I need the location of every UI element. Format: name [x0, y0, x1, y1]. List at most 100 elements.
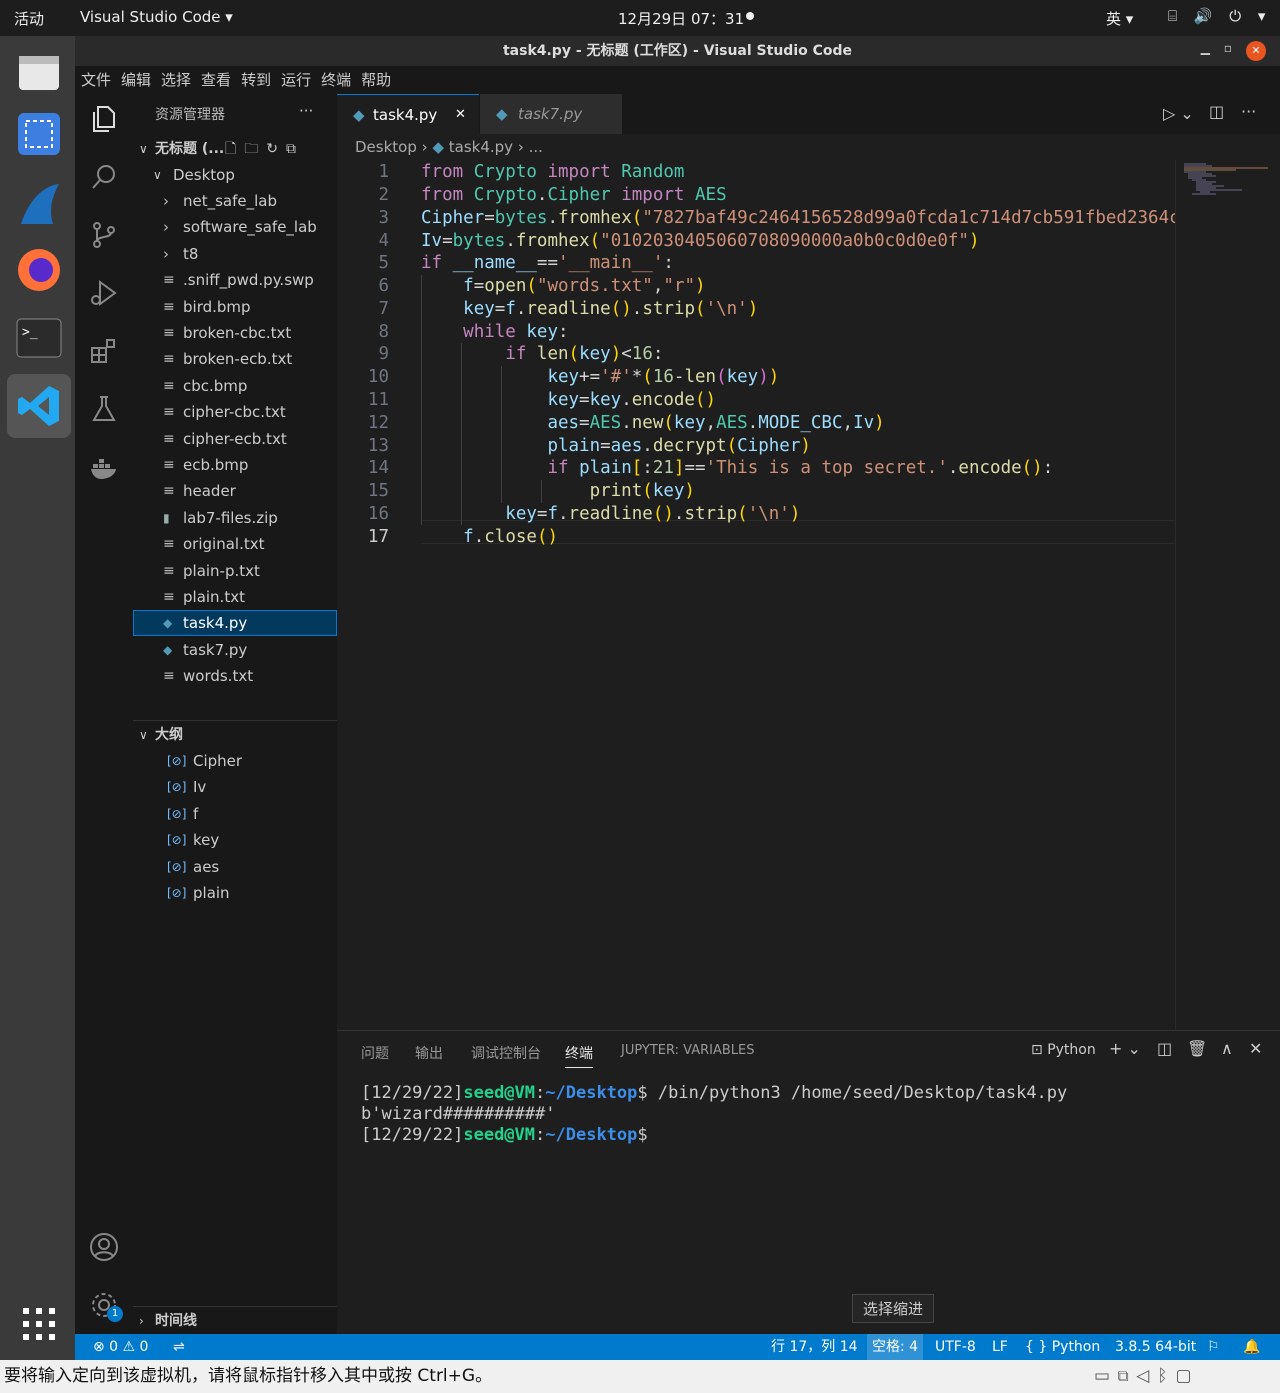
minimap[interactable] — [1175, 160, 1271, 1030]
vscode-icon[interactable] — [7, 374, 71, 438]
panel-tab-problems[interactable]: 问题 — [361, 1043, 389, 1063]
outline-item[interactable]: [⊘] plain — [133, 880, 337, 906]
docker-icon[interactable] — [87, 450, 121, 484]
split-editor-icon[interactable]: ◫ — [1209, 102, 1224, 121]
system-menu[interactable]: ⌸ 🔊 ⏻ ▾ — [1168, 7, 1271, 25]
file-tree-item[interactable]: ≡ header — [133, 478, 337, 504]
run-python-icon[interactable]: ▷ ⌄ — [1163, 104, 1194, 123]
wireshark-icon[interactable] — [7, 172, 71, 236]
terminal-output[interactable]: b'wizard##########' — [361, 1104, 555, 1124]
panel-tab-debug-console[interactable]: 调试控制台 — [471, 1043, 541, 1063]
tab-task4[interactable]: ◆ task4.py ✕ — [337, 94, 479, 134]
minimize-button[interactable]: ▁ — [1201, 41, 1210, 61]
search-icon[interactable] — [87, 160, 121, 194]
menu-edit[interactable]: 编辑 — [121, 66, 151, 94]
menu-go[interactable]: 转到 — [241, 66, 271, 94]
outline-header[interactable]: ∨ 大纲 — [133, 722, 337, 748]
problems-status[interactable]: ⊗ 0 ⚠ 0 — [93, 1334, 148, 1360]
workspace-header[interactable]: ∨ 无标题 (... 🗋🗀↻⧉ — [133, 136, 337, 162]
app-menu[interactable]: Visual Studio Code ▾ — [80, 8, 233, 26]
timeline-header[interactable]: › 时间线 — [133, 1308, 337, 1334]
file-tree-item[interactable]: ▮ lab7-files.zip — [133, 505, 337, 531]
file-tree-item[interactable]: ◆ task4.py — [133, 610, 337, 637]
explorer-more-button[interactable]: ··· — [299, 102, 313, 120]
manage-gear-icon[interactable]: 1 — [87, 1288, 123, 1322]
file-tree-item[interactable]: ≡ plain.txt — [133, 584, 337, 610]
file-tree-item[interactable]: ≡ original.txt — [133, 531, 337, 557]
interpreter-status[interactable]: 3.8.5 64-bit — [1115, 1334, 1196, 1360]
terminal-icon[interactable]: >_ — [7, 306, 71, 370]
breadcrumb-file[interactable]: task4.py — [449, 138, 513, 156]
clock[interactable]: 12月29日 07：31 — [618, 8, 744, 29]
feedback-icon[interactable]: ⚐ — [1207, 1334, 1220, 1360]
account-icon[interactable] — [87, 1230, 121, 1264]
encoding-status[interactable]: UTF-8 — [935, 1334, 976, 1360]
tab-task7[interactable]: ◆ task7.py — [480, 94, 622, 134]
explorer-actions[interactable]: 🗋🗀↻⧉ — [225, 136, 304, 162]
breadcrumb-tail[interactable]: ... — [529, 138, 543, 156]
terminal-prompt[interactable]: [12/29/22]seed@VM:~/Desktop$ — [361, 1125, 648, 1145]
run-debug-icon[interactable] — [87, 276, 121, 310]
close-button[interactable]: ✕ — [1246, 41, 1266, 61]
new-terminal-icon[interactable]: + ⌄ — [1109, 1039, 1141, 1058]
file-tree-item[interactable]: ≡ bird.bmp — [133, 294, 337, 320]
menu-terminal[interactable]: 终端 — [321, 66, 351, 94]
explorer-icon[interactable] — [87, 102, 121, 136]
file-tree-item[interactable]: › net_safe_lab — [133, 188, 337, 214]
language-status[interactable]: { } Python — [1025, 1334, 1100, 1360]
show-apps-icon[interactable] — [7, 1292, 71, 1356]
files-icon[interactable] — [7, 40, 71, 104]
menu-selection[interactable]: 选择 — [161, 66, 191, 94]
file-tree-item[interactable]: ≡ cipher-ecb.txt — [133, 426, 337, 452]
file-tree-item[interactable]: ≡ words.txt — [133, 663, 337, 689]
testing-icon[interactable] — [87, 392, 121, 426]
code-editor[interactable]: 1 2 3 4 5 6 7 8 9 10 11 12 13 14 15 16 17 from Crypto im… — [337, 160, 1211, 1030]
file-tree-item[interactable]: ≡ broken-ecb.txt — [133, 346, 337, 372]
screenshot-icon[interactable] — [7, 102, 71, 166]
file-tree-item[interactable]: › software_safe_lab — [133, 214, 337, 240]
folder-desktop[interactable]: ∨ Desktop — [133, 162, 337, 188]
file-tree-item[interactable]: ≡ .sniff_pwd.py.swp — [133, 267, 337, 293]
live-share-icon[interactable]: ⇌ — [173, 1334, 185, 1360]
menu-help[interactable]: 帮助 — [361, 66, 391, 94]
menu-view[interactable]: 查看 — [201, 66, 231, 94]
maximize-panel-icon[interactable]: ∧ — [1221, 1039, 1233, 1058]
menu-run[interactable]: 运行 — [281, 66, 311, 94]
maximize-button[interactable]: ▫ — [1224, 41, 1232, 61]
vm-device-icons[interactable]: ▭⧉◁ᛒ▢ — [1094, 1360, 1200, 1393]
source-control-icon[interactable] — [87, 218, 121, 252]
firefox-icon[interactable] — [7, 238, 71, 302]
panel-tab-jupyter[interactable]: JUPYTER: VARIABLES — [621, 1043, 755, 1058]
outline-item[interactable]: [⊘] Iv — [133, 774, 337, 800]
file-tree-item[interactable]: ≡ broken-cbc.txt — [133, 320, 337, 346]
panel-tab-terminal[interactable]: 终端 — [565, 1043, 593, 1068]
terminal-shell-selector[interactable]: ⊡ Python — [1031, 1042, 1096, 1058]
file-tree-item[interactable]: ≡ ecb.bmp — [133, 452, 337, 478]
cursor-position[interactable]: 行 17，列 14 — [771, 1334, 858, 1360]
kill-terminal-icon[interactable]: 🗑 — [1187, 1039, 1207, 1058]
split-terminal-icon[interactable]: ◫ — [1157, 1039, 1172, 1058]
activities-button[interactable]: 活动 — [14, 8, 44, 29]
line-number: 16 — [367, 504, 389, 524]
input-method-menu[interactable]: 英 ▾ — [1106, 8, 1133, 29]
outline-item[interactable]: [⊘] f — [133, 801, 337, 827]
tab-close-icon[interactable]: ✕ — [455, 95, 466, 135]
file-tree-item[interactable]: ≡ cipher-cbc.txt — [133, 399, 337, 425]
menu-file[interactable]: 文件 — [81, 66, 111, 94]
file-tree-item[interactable]: ◆ task7.py — [133, 637, 337, 663]
file-tree-item[interactable]: ≡ plain-p.txt — [133, 558, 337, 584]
outline-item[interactable]: [⊘] key — [133, 827, 337, 853]
outline-item[interactable]: [⊘] Cipher — [133, 748, 337, 774]
file-tree-item[interactable]: ≡ cbc.bmp — [133, 373, 337, 399]
panel-tab-output[interactable]: 输出 — [415, 1043, 443, 1063]
notifications-bell-icon[interactable]: 🔔 — [1243, 1334, 1260, 1360]
editor-more-icon[interactable]: ··· — [1241, 102, 1256, 121]
terminal-line[interactable]: [12/29/22]seed@VM:~/Desktop$ /bin/python… — [361, 1083, 1067, 1103]
breadcrumb-folder[interactable]: Desktop — [355, 138, 417, 156]
file-tree-item[interactable]: › t8 — [133, 241, 337, 267]
outline-item[interactable]: [⊘] aes — [133, 854, 337, 880]
eol-status[interactable]: LF — [992, 1334, 1008, 1360]
extensions-icon[interactable] — [87, 334, 121, 368]
indentation-status[interactable]: 空格: 4 — [867, 1334, 924, 1360]
close-panel-icon[interactable]: ✕ — [1249, 1039, 1262, 1058]
